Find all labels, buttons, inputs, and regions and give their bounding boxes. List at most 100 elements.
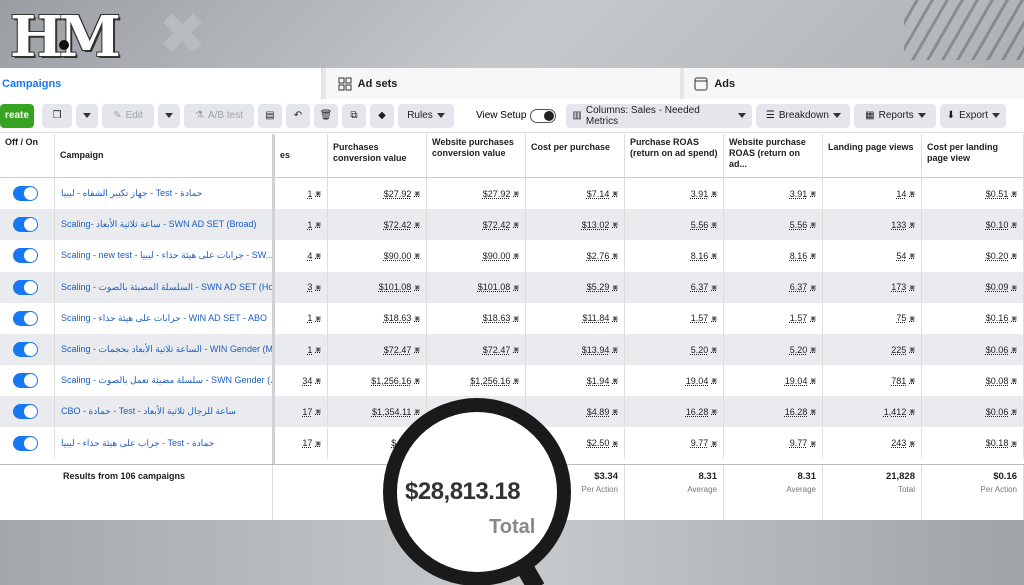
pencil-icon: ✎ — [113, 110, 122, 121]
view-setup-toggle[interactable] — [530, 108, 557, 123]
col-header-purchases-conversion-value[interactable]: Purchases conversion value — [328, 134, 427, 178]
table-row[interactable]: Scaling - السلسلة المضيئة بالصوت - SWN A… — [0, 271, 1024, 303]
campaign-on-toggle[interactable] — [13, 373, 38, 389]
cell-value: $0.08 — [985, 375, 1009, 386]
campaign-on-toggle[interactable] — [13, 404, 38, 420]
duplicate-dropdown[interactable] — [76, 103, 98, 128]
cell-value: $13.02 — [581, 219, 610, 230]
cell-lpv: 781 ▣ — [823, 365, 922, 397]
cell-value: $0.20 — [985, 250, 1009, 261]
chevron-down-icon — [436, 113, 445, 118]
cell-purchases: 4 ▣ — [275, 240, 328, 272]
footer-wproas-sub: Average — [786, 485, 816, 494]
create-button[interactable]: reate — [0, 103, 34, 128]
campaign-name-link[interactable]: Scaling - السلسلة المضيئة بالصوت - SWN A… — [55, 271, 273, 303]
cell-lpv: 14 ▣ — [823, 178, 922, 209]
campaign-name-link[interactable]: Scaling - سلسلة مضيئة تعمل بالصوت - SWN … — [55, 365, 273, 397]
table-row[interactable]: Scaling- ساعة ثلاثية الأبعاد - SWN AD SE… — [0, 209, 1024, 241]
reports-button[interactable]: ▦ Reports — [854, 103, 937, 128]
table-row[interactable]: Scaling - new test - جرابات على هيئة حذا… — [0, 240, 1024, 272]
cell-value: 17 — [302, 438, 313, 449]
table-row[interactable]: Scaling - سلسلة مضيئة تعمل بالصوت - SWN … — [0, 365, 1024, 397]
cell-value: $0.10 — [985, 219, 1009, 230]
info-icon: ▣ — [810, 440, 816, 447]
campaign-on-toggle[interactable] — [13, 217, 38, 233]
columns-button[interactable]: ▥ Columns: Sales - Needed Metrics — [566, 103, 753, 128]
col-header-cost-per-landing-page-view[interactable]: Cost per landing page view — [922, 134, 1024, 178]
info-icon: ▣ — [513, 284, 519, 291]
campaign-on-toggle[interactable] — [13, 279, 38, 295]
duplicate-button[interactable]: ❐ — [42, 103, 72, 128]
cell-cplpv: $0.08 ▣ — [922, 365, 1024, 397]
col-header-landing-page-views[interactable]: Landing page views — [823, 134, 922, 178]
tab-ads[interactable]: Ads — [684, 68, 1024, 99]
info-icon: ▣ — [612, 440, 618, 447]
campaign-name-link[interactable]: جراب على هيئة حذاء - ليبيا - Test - حماد… — [55, 427, 273, 459]
campaign-name-link[interactable]: CBO - حمادة - Test - ساعة للرجال ثلاثية … — [55, 396, 273, 428]
info-icon: ▣ — [315, 409, 321, 416]
campaign-on-toggle[interactable] — [13, 435, 38, 451]
ab-test-button[interactable]: ⚗ A/B test — [184, 103, 254, 128]
reports-label: Reports — [878, 110, 914, 121]
breakdown-button[interactable]: ☰ Breakdown — [756, 103, 851, 128]
undo-button[interactable]: ↶ — [286, 103, 310, 128]
table-row[interactable]: Scaling - جرابات على هيئة حذاء - WIN AD … — [0, 302, 1024, 334]
cell-value: $4.89 — [586, 406, 610, 417]
campaign-name-link[interactable]: Scaling - new test - جرابات على هيئة حذا… — [55, 240, 273, 272]
col-header-purchase-roas[interactable]: Purchase ROAS (return on ad spend) — [625, 134, 724, 178]
cell-cplpv: $0.10 ▣ — [922, 209, 1024, 241]
info-icon: ▣ — [909, 222, 915, 229]
campaign-name-link[interactable]: Scaling- ساعة ثلاثية الأبعاد - SWN AD SE… — [55, 209, 273, 241]
cell-value: 1.57 — [789, 313, 808, 324]
campaign-on-toggle[interactable] — [13, 186, 38, 201]
cell-pcv: $90.00 ▣ — [328, 240, 427, 272]
campaign-name-link[interactable]: جهاز تكبير الشفاه - ليبيا - Test - حمادة — [55, 178, 273, 209]
info-icon: ▣ — [612, 191, 618, 197]
cell-cpp: $1.94 ▣ — [526, 365, 625, 397]
ad-sets-icon — [338, 77, 352, 90]
campaign-name-link[interactable]: Scaling - جرابات على هيئة حذاء - WIN AD … — [55, 302, 273, 334]
edit-dropdown[interactable] — [158, 103, 180, 128]
info-icon: ▣ — [513, 222, 519, 229]
campaign-name-link[interactable]: Scaling - الساعة ثلاثية الأبعاد بحجمات -… — [55, 334, 273, 365]
col-header-results[interactable]: es — [275, 134, 328, 178]
col-header-offon[interactable]: Off / On — [0, 134, 55, 178]
cell-value: $90.00 — [383, 250, 412, 261]
info-icon: ▣ — [909, 284, 915, 291]
table-row[interactable]: Scaling - الساعة ثلاثية الأبعاد بحجمات -… — [0, 334, 1024, 365]
export-button[interactable]: ⬇ Export — [940, 103, 1007, 128]
campaign-on-toggle[interactable] — [13, 310, 38, 326]
cell-value: 1 — [307, 313, 313, 324]
preview-button[interactable]: ⧉ — [342, 103, 366, 128]
col-header-website-purchases-conversion-value[interactable]: Website purchases conversion value — [427, 134, 526, 178]
col-header-website-purchase-roas[interactable]: Website purchase ROAS (return on ad... — [724, 134, 823, 178]
footer-results-summary: Results from 106 campaigns — [55, 465, 273, 521]
cell-value: $2.76 — [586, 250, 610, 261]
campaign-on-toggle[interactable] — [13, 248, 38, 264]
row-toggle-cell — [0, 334, 55, 365]
col-header-cost-per-purchase[interactable]: Cost per purchase — [526, 134, 625, 178]
info-icon: ▣ — [1011, 284, 1017, 291]
tab-ad-sets[interactable]: Ad sets — [325, 68, 681, 99]
cell-lpv: 1,412 ▣ — [823, 396, 922, 428]
delete-button[interactable]: 🗑 — [314, 103, 338, 128]
clipboard-button[interactable]: ▤ — [258, 103, 282, 128]
info-icon: ▣ — [1011, 347, 1017, 353]
info-icon: ▣ — [711, 315, 717, 322]
info-icon: ▣ — [612, 378, 618, 385]
tag-button[interactable]: ◆ — [370, 103, 394, 128]
tab-campaigns[interactable]: Campaigns — [0, 68, 322, 99]
cell-value: 5.20 — [789, 344, 808, 355]
rules-button[interactable]: Rules — [398, 103, 454, 128]
edit-button[interactable]: ✎ Edit — [102, 103, 154, 128]
table-row[interactable]: جهاز تكبير الشفاه - ليبيا - Test - حمادة… — [0, 178, 1024, 209]
cell-lpv: 133 ▣ — [823, 209, 922, 241]
info-icon: ▣ — [315, 315, 321, 322]
row-toggle-cell — [0, 302, 55, 334]
frozen-column-divider — [272, 134, 275, 520]
campaign-on-toggle[interactable] — [13, 342, 38, 357]
cell-wpcv: $1,256.16 ▣ — [427, 365, 526, 397]
cell-value: $1.94 — [586, 375, 610, 386]
cell-proas: 19.04 ▣ — [625, 365, 724, 397]
col-header-campaign[interactable]: Campaign — [55, 134, 273, 178]
